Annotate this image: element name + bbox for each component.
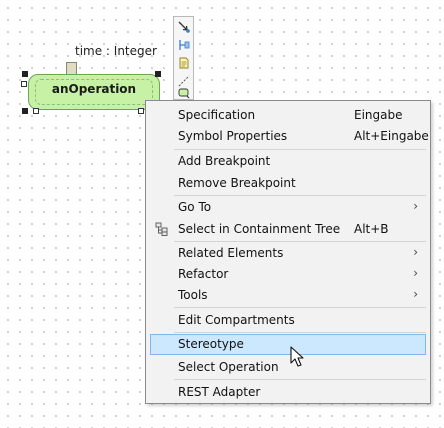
menu-item-shortcut: Alt+Eingabe [354, 129, 429, 143]
menu-item-label: Symbol Properties [178, 129, 288, 143]
menu-item-label: Remove Breakpoint [178, 176, 296, 190]
menu-item-specification[interactable]: Specification Eingabe [150, 105, 426, 125]
menu-item-label: Refactor [178, 267, 229, 281]
menu-item-symbol-properties[interactable]: Symbol Properties Alt+Eingabe [150, 126, 429, 146]
resize-handle-left[interactable] [21, 81, 27, 87]
note-icon[interactable] [178, 57, 190, 69]
context-menu: Specification Eingabe Symbol Properties … [145, 100, 431, 404]
menu-item-tools[interactable]: Tools › [150, 285, 426, 305]
smart-manipulator-toolbar [173, 16, 194, 100]
menu-item-label: Go To [178, 200, 212, 214]
object-flow-icon[interactable] [178, 39, 190, 51]
resize-handle-bottom-right[interactable] [138, 108, 144, 114]
mouse-pointer-icon [290, 346, 304, 367]
menu-item-label: Specification [178, 108, 256, 122]
menu-item-stereotype[interactable]: Stereotype [150, 334, 426, 355]
menu-separator [174, 195, 426, 196]
menu-item-rest-adapter[interactable]: REST Adapter [150, 382, 426, 402]
pin-label[interactable]: time : Integer [75, 44, 157, 58]
call-operation-action[interactable]: anOperation [28, 74, 160, 110]
menu-item-label: Related Elements [178, 246, 284, 260]
menu-item-refactor[interactable]: Refactor › [150, 264, 426, 284]
menu-item-add-breakpoint[interactable]: Add Breakpoint [150, 151, 426, 171]
menu-separator [174, 307, 426, 308]
menu-item-label: REST Adapter [178, 385, 261, 399]
menu-item-related-elements[interactable]: Related Elements › [150, 243, 426, 263]
action-icon[interactable] [178, 87, 190, 99]
menu-separator [174, 379, 426, 380]
menu-item-go-to[interactable]: Go To › [150, 197, 426, 217]
menu-item-select-in-containment-tree[interactable]: Select in Containment Tree Alt+B [150, 219, 426, 239]
menu-item-shortcut: Eingabe [354, 108, 403, 122]
submenu-arrow-icon: › [413, 287, 418, 301]
submenu-arrow-icon: › [413, 199, 418, 213]
submenu-arrow-icon: › [413, 245, 418, 259]
resize-handle-bottom-left[interactable] [22, 108, 28, 114]
menu-item-label: Stereotype [178, 337, 244, 351]
menu-item-select-operation[interactable]: Select Operation [150, 357, 426, 377]
action-name: anOperation [35, 79, 153, 105]
menu-item-edit-compartments[interactable]: Edit Compartments [150, 310, 426, 330]
menu-separator [174, 149, 426, 150]
link-icon[interactable] [178, 75, 190, 87]
menu-item-label: Select in Containment Tree [178, 222, 341, 236]
resize-handle-top-right[interactable] [155, 71, 161, 77]
menu-item-label: Edit Compartments [178, 313, 295, 327]
containment-tree-icon [155, 222, 168, 236]
menu-separator [174, 332, 426, 333]
menu-item-remove-breakpoint[interactable]: Remove Breakpoint [150, 173, 426, 193]
submenu-arrow-icon: › [413, 266, 418, 280]
menu-item-label: Add Breakpoint [178, 154, 271, 168]
menu-separator [174, 241, 426, 242]
control-flow-icon[interactable] [178, 21, 190, 33]
menu-item-label: Select Operation [178, 360, 279, 374]
resize-handle-top-left[interactable] [22, 71, 28, 77]
menu-item-shortcut: Alt+B [354, 222, 389, 236]
resize-handle-bottom[interactable] [33, 108, 39, 114]
menu-item-label: Tools [178, 288, 208, 302]
